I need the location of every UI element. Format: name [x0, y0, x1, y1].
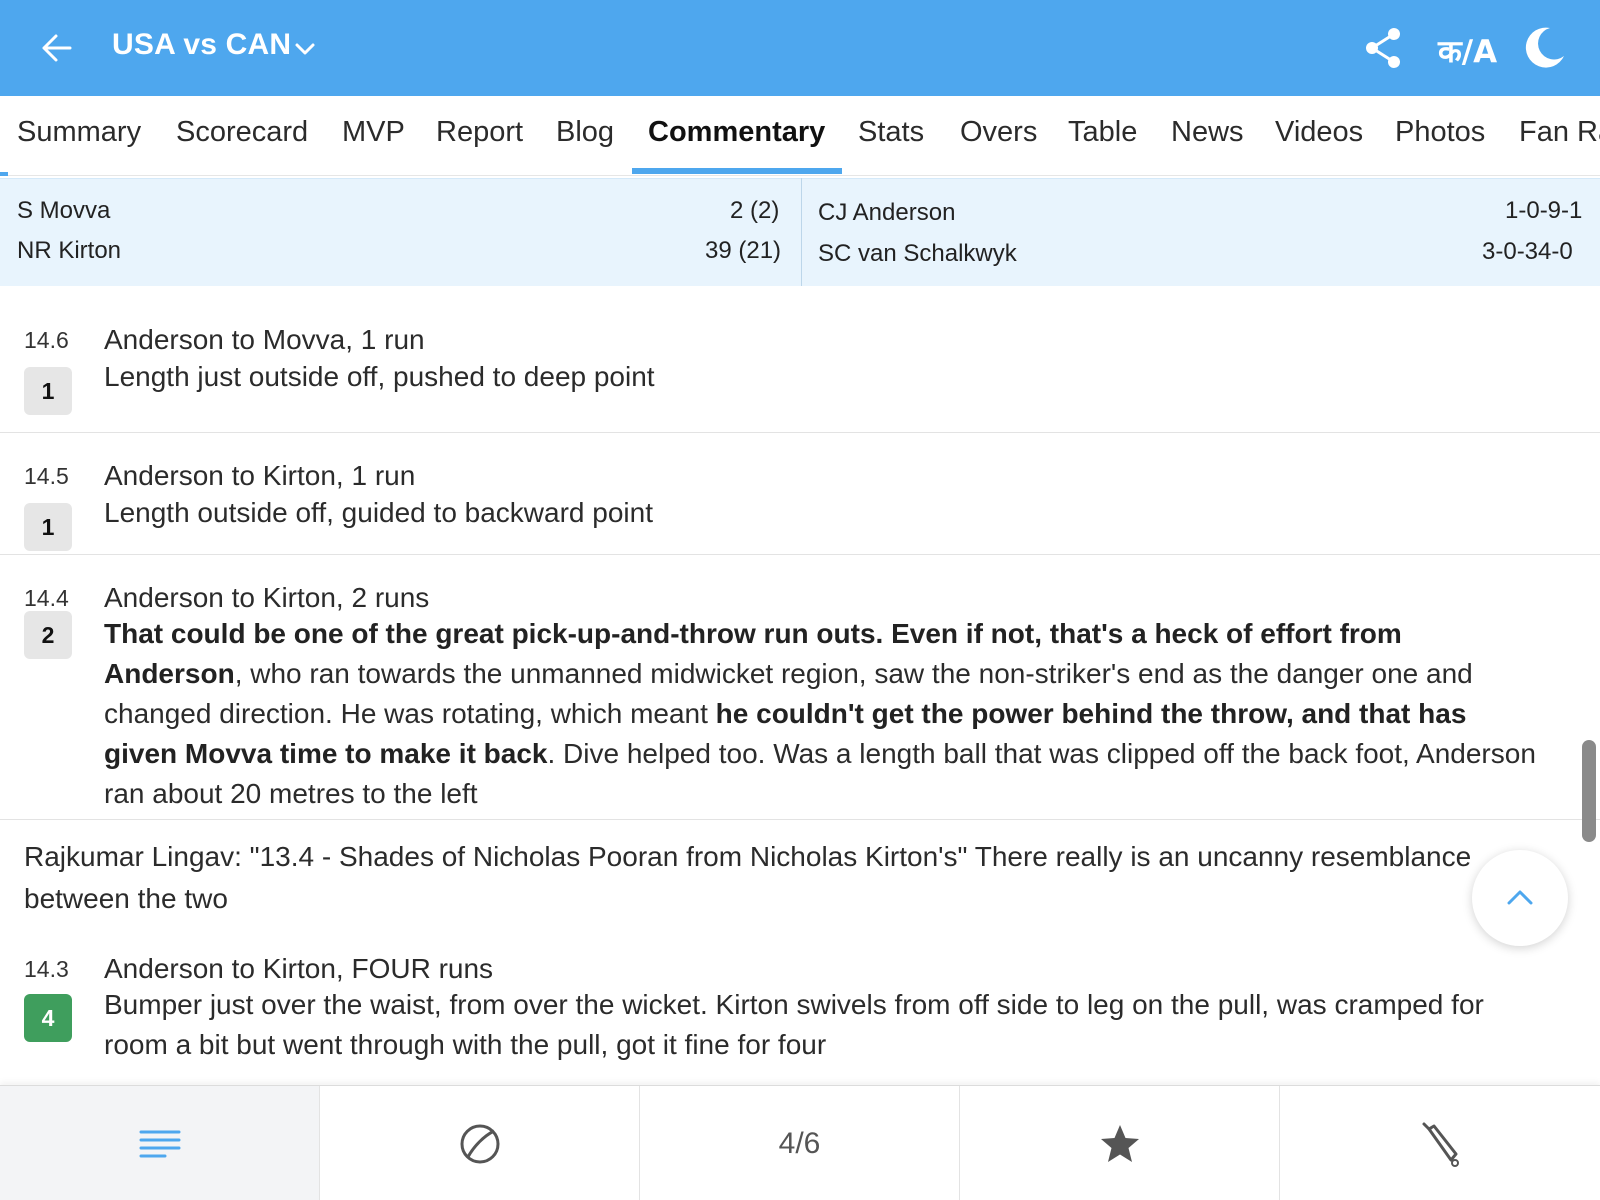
tab-overs[interactable]: Overs — [960, 116, 1037, 149]
bowler-2-figures: 3-0-34-0 — [1482, 238, 1573, 265]
ball-description: Length outside off, guided to backward p… — [104, 497, 653, 528]
back-arrow-icon[interactable] — [36, 28, 76, 68]
tab-blog[interactable]: Blog — [556, 116, 614, 149]
runs-badge: 2 — [24, 611, 72, 659]
language-toggle-icon[interactable]: क/A — [1438, 30, 1498, 78]
ball-description: Bumper just over the waist, from over th… — [104, 989, 1484, 1060]
cricket-ball-icon — [460, 1124, 499, 1163]
tab-photos[interactable]: Photos — [1395, 116, 1485, 149]
ball-headline: Anderson to Kirton, 2 runs — [104, 582, 430, 613]
commentary-item: 14.5 1 Anderson to Kirton, 1 run Length … — [0, 433, 1600, 555]
bowler-2-name: SC van Schalkwyk — [818, 240, 1017, 267]
tab-fan-ratings[interactable]: Fan Ra — [1519, 116, 1600, 149]
batter-2-score: 39 (21) — [705, 237, 782, 264]
cricket-bat-icon — [1422, 1122, 1459, 1167]
tab-videos[interactable]: Videos — [1275, 116, 1363, 149]
bottom-toolbar: 4/6 — [0, 1085, 1600, 1200]
tab-news[interactable]: News — [1171, 116, 1244, 149]
dark-mode-moon-icon[interactable] — [1520, 24, 1568, 72]
ball-headline: Anderson to Kirton, 1 run — [104, 460, 416, 491]
commentary-item: 14.3 4 Anderson to Kirton, FOUR runs Bum… — [0, 940, 1600, 1075]
tab-stats[interactable]: Stats — [858, 116, 924, 149]
batter-2-name: NR Kirton — [17, 237, 122, 264]
over-number: 14.3 — [24, 956, 69, 982]
chevron-up-icon — [1507, 890, 1533, 905]
ball-headline: Anderson to Movva, 1 run — [104, 324, 425, 355]
tab-scorecard[interactable]: Scorecard — [176, 116, 308, 149]
match-title[interactable]: USA vs CAN — [112, 28, 291, 62]
active-tab-indicator — [632, 168, 842, 174]
commentary-item: 14.6 1 Anderson to Movva, 1 run Length j… — [0, 287, 1600, 433]
favorite-button[interactable] — [960, 1086, 1280, 1200]
list-menu-icon — [139, 1130, 180, 1157]
runs-badge-four: 4 — [24, 994, 72, 1042]
ball-by-ball-button[interactable] — [320, 1086, 640, 1200]
tab-commentary[interactable]: Commentary — [648, 116, 825, 149]
strip-divider — [801, 178, 802, 286]
tab-table[interactable]: Table — [1068, 116, 1137, 149]
over-number: 14.6 — [24, 327, 69, 353]
scroll-to-top-button[interactable] — [1472, 850, 1568, 946]
tab-mvp[interactable]: MVP — [342, 116, 405, 149]
scrollbar-thumb[interactable] — [1582, 740, 1596, 842]
fan-comment: Rajkumar Lingav: "13.4 - Shades of Nicho… — [24, 841, 1472, 914]
commentary-item: 14.4 2 Anderson to Kirton, 2 runs That c… — [0, 555, 1600, 820]
tab-scroll-indicator — [0, 172, 8, 176]
pager-text: 4/6 — [778, 1126, 821, 1160]
batter-1-score: 2 (2) — [730, 197, 780, 224]
ball-description: Length just outside off, pushed to deep … — [104, 361, 655, 392]
match-tabs: Summary Scorecard MVP Report Blog Commen… — [0, 96, 1600, 176]
share-icon[interactable] — [1360, 24, 1408, 72]
star-icon — [1100, 1124, 1139, 1162]
live-score-strip — [0, 178, 1600, 286]
ball-headline: Anderson to Kirton, FOUR runs — [104, 953, 494, 984]
runs-badge: 1 — [24, 367, 72, 415]
over-number: 14.4 — [24, 585, 69, 611]
pager-indicator[interactable]: 4/6 — [640, 1086, 960, 1200]
commentary-feed-button[interactable] — [0, 1086, 320, 1200]
over-number: 14.5 — [24, 463, 69, 489]
batter-1-name: S Movva — [17, 197, 111, 224]
batting-button[interactable] — [1280, 1086, 1600, 1200]
bowler-1-figures: 1-0-9-1 — [1505, 197, 1583, 224]
bowler-1-name: CJ Anderson — [818, 199, 956, 226]
tab-summary[interactable]: Summary — [17, 116, 141, 149]
chevron-down-icon[interactable] — [292, 36, 318, 62]
tab-report[interactable]: Report — [436, 116, 523, 149]
app-header: USA vs CAN क/A — [0, 0, 1600, 96]
ball-description: That could be one of the great pick-up-a… — [104, 614, 1544, 814]
runs-badge: 1 — [24, 503, 72, 551]
